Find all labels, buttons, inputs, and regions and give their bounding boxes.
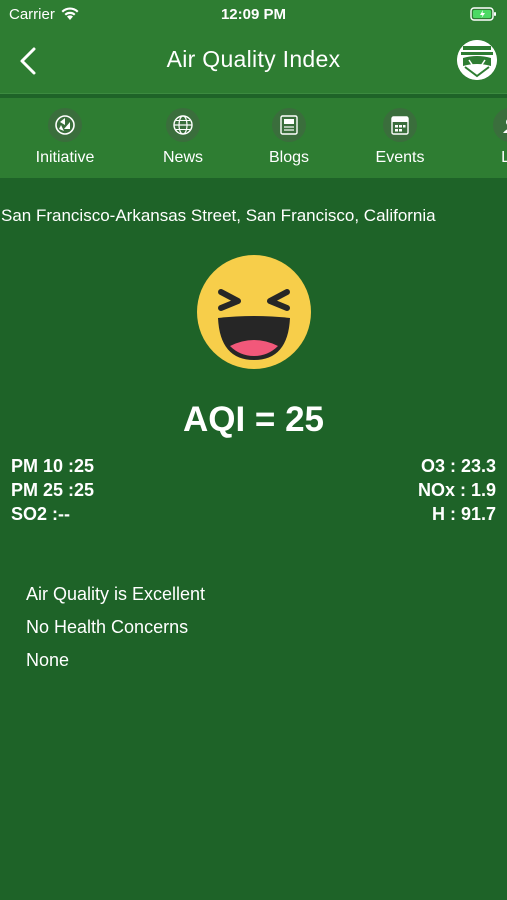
pollutant-o3: O3 : 23.3	[420, 456, 496, 476]
page-title: Air Quality Index	[166, 46, 341, 72]
health-advice: Air Quality is Excellent No Health Conce…	[26, 578, 205, 677]
tab-initiative[interactable]: Initiative	[5, 98, 125, 178]
tab-partial-label: Le	[501, 149, 507, 166]
battery-icon	[470, 6, 498, 26]
tab-news-label: News	[162, 149, 203, 166]
pollutants-left: PM 10 :25 PM 25 :25 SO2 :--	[11, 454, 94, 526]
station-location: San Francisco-Arkansas Street, San Franc…	[1, 206, 436, 225]
air-quality-status: Air Quality is Excellent	[26, 584, 206, 604]
app-logo[interactable]	[457, 40, 497, 80]
status-bar: Carrier 12:09 PM	[0, 0, 507, 30]
pollutant-pm10: PM 10 :25	[11, 456, 95, 476]
precaution: None	[26, 650, 70, 670]
globe-icon	[166, 108, 200, 142]
recycle-icon	[48, 108, 82, 142]
pollutant-so2: SO2 :--	[11, 504, 71, 524]
pollutant-humidity: H : 91.7	[431, 504, 496, 524]
aqi-value: AQI = 25	[182, 400, 325, 439]
document-icon	[272, 108, 306, 142]
health-concern: No Health Concerns	[26, 617, 189, 637]
tab-events-label: Events	[375, 149, 425, 166]
clock: 12:09 PM	[220, 6, 287, 23]
person-icon	[493, 108, 507, 142]
tab-partial[interactable]: Le	[450, 98, 507, 178]
pollutant-pm25: PM 25 :25	[11, 480, 95, 500]
navigation-bar: Air Quality Index	[0, 30, 507, 94]
tab-news[interactable]: News	[123, 98, 243, 178]
maharashtra-logo-icon	[457, 40, 497, 80]
pollutants-right: O3 : 23.3 NOx : 1.9 H : 91.7	[418, 454, 496, 526]
category-tabs: Initiative News Blogs Events Le	[0, 98, 507, 178]
tab-initiative-label: Initiative	[35, 149, 95, 166]
laughing-face-icon	[196, 254, 312, 370]
pollutant-nox: NOx : 1.9	[417, 480, 496, 500]
calendar-icon	[383, 108, 417, 142]
tab-events[interactable]: Events	[340, 98, 460, 178]
tab-blogs[interactable]: Blogs	[229, 98, 349, 178]
tab-blogs-label: Blogs	[268, 149, 310, 166]
